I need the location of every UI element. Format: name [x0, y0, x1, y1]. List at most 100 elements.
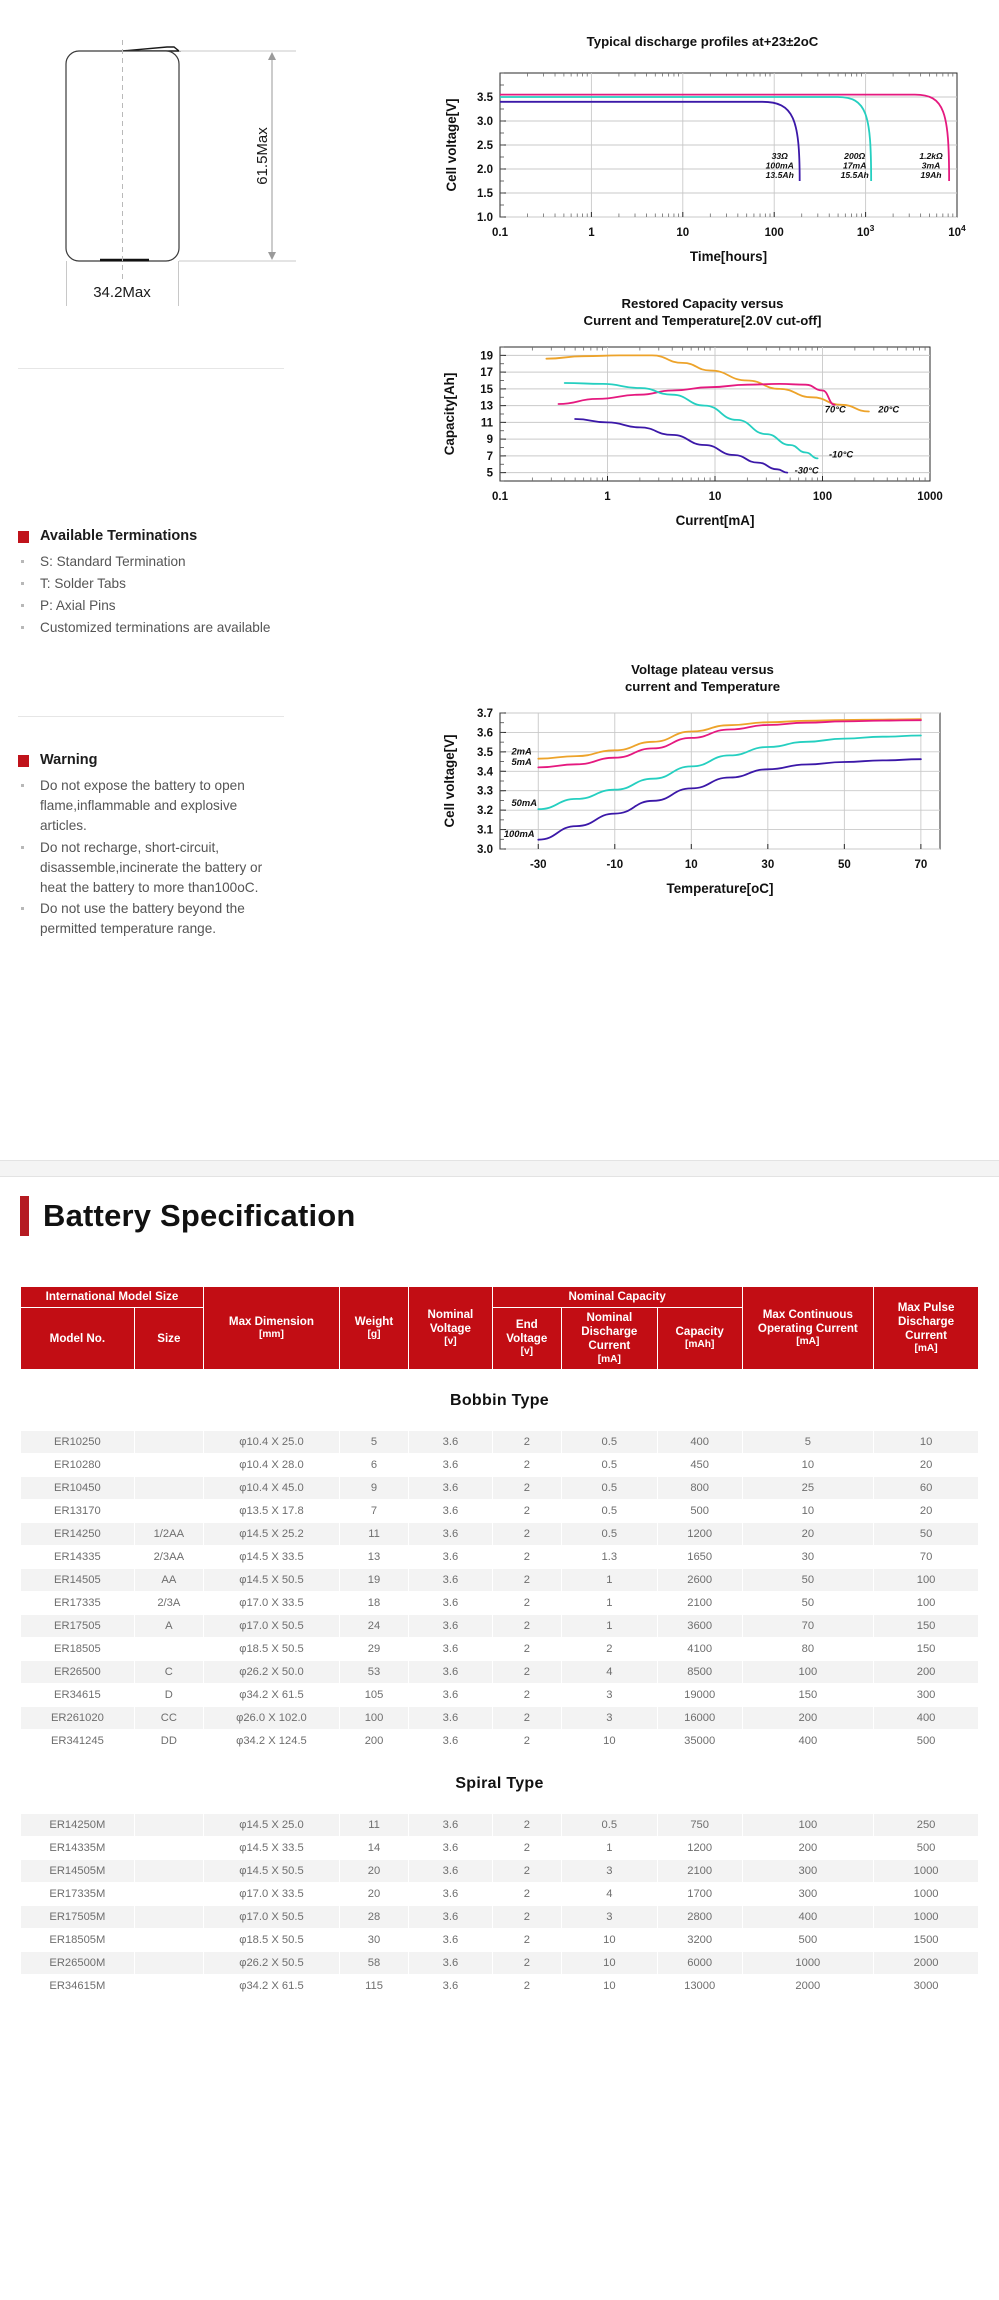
table-cell: φ14.5 X 33.5 [202, 1545, 340, 1569]
svg-text:Cell voltage[V]: Cell voltage[V] [442, 734, 457, 827]
table-cell: 300 [873, 1683, 979, 1707]
cell-model-no: ER26500M [20, 1951, 135, 1975]
svg-text:13: 13 [480, 401, 493, 413]
svg-text:Capacity[Ah]: Capacity[Ah] [442, 373, 457, 456]
table-cell: 20 [338, 1859, 410, 1883]
table-row: ER17335M φ17.0 X 33.5 20 3.6 2 4 1700 300 1000 [20, 1882, 979, 1906]
cell-model-no: ER18505M [20, 1928, 135, 1952]
svg-text:-30°C: -30°C [795, 464, 819, 475]
table-cell: 3.6 [408, 1568, 493, 1592]
table-cell: 2 [491, 1928, 562, 1952]
table-cell: 3 [560, 1706, 658, 1730]
table-cell: 0.5 [560, 1476, 658, 1500]
table-cell: A [133, 1614, 204, 1638]
group-title-row: Bobbin Type [20, 1369, 979, 1431]
table-cell: 5 [338, 1430, 410, 1454]
table-cell: φ10.4 X 25.0 [202, 1430, 340, 1454]
table-cell: 1/2AA [133, 1522, 204, 1546]
table-cell: 150 [741, 1683, 875, 1707]
table-cell: 2 [491, 1499, 562, 1523]
table-cell: 3.6 [408, 1499, 493, 1523]
table-cell: φ14.5 X 25.0 [202, 1813, 340, 1837]
cell-model-no: ER10450 [20, 1476, 135, 1500]
table-row: ER10450 φ10.4 X 45.0 9 3.6 2 0.5 800 25 60 [20, 1476, 979, 1500]
table-cell: φ14.5 X 50.5 [202, 1859, 340, 1883]
svg-text:104: 104 [948, 223, 966, 239]
cell-model-no: ER10250 [20, 1430, 135, 1454]
table-cell: 500 [656, 1499, 743, 1523]
table-cell: 10 [560, 1928, 658, 1952]
svg-text:50: 50 [838, 859, 851, 871]
table-cell: 2 [491, 1683, 562, 1707]
table-row: ER10280 φ10.4 X 28.0 6 3.6 2 0.5 450 10 20 [20, 1453, 979, 1477]
chart-title: Typical discharge profiles at+23±2oC [586, 34, 819, 49]
table-cell: 2 [491, 1660, 562, 1684]
cell-model-no: ER17505 [20, 1614, 135, 1638]
table-cell: 1 [560, 1591, 658, 1615]
table-cell: 35000 [656, 1729, 743, 1753]
cell-model-no: ER14250 [20, 1522, 135, 1546]
table-cell: 800 [656, 1476, 743, 1500]
svg-text:3.2: 3.2 [477, 805, 493, 817]
chart-title: Restored Capacity versus Current and Tem… [583, 296, 822, 328]
table-cell: 3.6 [408, 1928, 493, 1952]
cell-model-no: ER14505 [20, 1568, 135, 1592]
table-row: ER34615 Dφ34.2 X 61.5 105 3.6 2 3 19000 150 300 [20, 1683, 979, 1707]
table-cell: φ26.0 X 102.0 [202, 1706, 340, 1730]
chart-capacity-svg: 5 7 9 11 13 15 17 19 0.1 1 10 100 1000 Current[mA] Cap… [442, 346, 943, 528]
svg-text:100: 100 [765, 227, 784, 239]
table-cell: φ17.0 X 50.5 [202, 1614, 340, 1638]
table-cell: φ26.2 X 50.0 [202, 1660, 340, 1684]
table-cell: 1000 [741, 1951, 875, 1975]
table-cell: 400 [741, 1905, 875, 1929]
table-cell: 400 [656, 1430, 743, 1454]
svg-text:100mA: 100mA [504, 828, 535, 839]
table-cell: 2 [491, 1859, 562, 1883]
svg-text:13.5Ah: 13.5Ah [766, 169, 794, 179]
table-cell: 6000 [656, 1951, 743, 1975]
cell-model-no: ER34615 [20, 1683, 135, 1707]
svg-text:3.0: 3.0 [477, 844, 493, 856]
table-cell [133, 1859, 204, 1883]
table-cell: 3.6 [408, 1974, 493, 1998]
th-international-model-size: International Model Size [20, 1285, 204, 1309]
table-cell: 5 [741, 1430, 875, 1454]
table-cell: 20 [338, 1882, 410, 1906]
table-cell: 300 [741, 1882, 875, 1906]
table-cell: 0.5 [560, 1522, 658, 1546]
warning-block: Warning Do not expose the battery to ope… [18, 752, 286, 941]
table-cell: 1200 [656, 1836, 743, 1860]
table-cell: 3.6 [408, 1859, 493, 1883]
table-cell: 28 [338, 1905, 410, 1929]
svg-text:1.0: 1.0 [477, 212, 493, 224]
cell-model-no: ER14250M [20, 1813, 135, 1837]
table-cell: 1 [560, 1614, 658, 1638]
table-cell: 4 [560, 1660, 658, 1684]
table-row: ER14505 AA φ14.5 X 50.5 19 3.6 2 1 2600 50 100 [20, 1568, 979, 1592]
table-cell: 80 [741, 1637, 875, 1661]
table-cell [133, 1813, 204, 1837]
table-cell: 1.3 [560, 1545, 658, 1569]
table-cell: 60 [873, 1476, 979, 1500]
table-cell: 500 [873, 1729, 979, 1753]
table-cell: 2 [560, 1637, 658, 1661]
table-cell: φ34.2 X 61.5 [202, 1683, 340, 1707]
table-cell: 2100 [656, 1591, 743, 1615]
cell-model-no: ER14335M [20, 1836, 135, 1860]
table-cell: φ17.0 X 33.5 [202, 1591, 340, 1615]
table-cell: 2 [491, 1476, 562, 1500]
table-row: ER341245 DD φ34.2 X 124.5 200 3.6 2 10 35000 400… [20, 1729, 979, 1753]
warning-list: Do not expose the battery to open flame,… [18, 776, 286, 939]
table-cell: 16000 [656, 1706, 743, 1730]
th-nominal-voltage: Nominal Voltage [v] [408, 1286, 493, 1370]
table-cell: 19000 [656, 1683, 743, 1707]
spec-table-wrap: International Model Size Max Dimension [… [20, 1285, 979, 1998]
table-cell: 11 [338, 1522, 410, 1546]
table-cell: 100 [741, 1660, 875, 1684]
table-cell: 25 [741, 1476, 875, 1500]
svg-text:3.5: 3.5 [477, 92, 494, 104]
svg-text:9: 9 [487, 434, 493, 446]
svg-text:19Ah: 19Ah [921, 169, 942, 179]
table-cell: 2 [491, 1882, 562, 1906]
svg-text:15: 15 [480, 384, 493, 396]
